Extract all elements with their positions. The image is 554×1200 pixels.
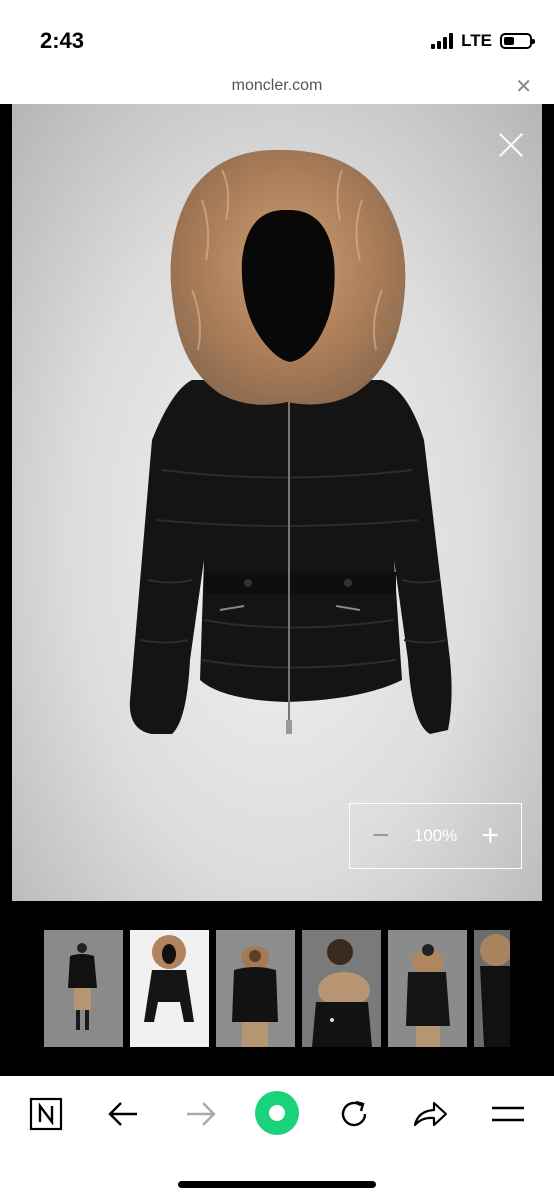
close-icon[interactable] [498, 132, 524, 158]
menu-icon[interactable] [488, 1094, 528, 1134]
notion-icon[interactable] [26, 1094, 66, 1134]
plus-icon[interactable]: + [481, 821, 499, 851]
minus-icon[interactable]: − [372, 821, 390, 851]
product-image[interactable]: − 100% + [12, 104, 542, 901]
thumbnail-product-front[interactable] [130, 930, 209, 1047]
url-domain[interactable]: moncler.com [0, 77, 554, 95]
thumbnail-model-front-close[interactable] [216, 930, 295, 1047]
thumbnail-strip [44, 930, 510, 1047]
reload-icon[interactable] [334, 1094, 374, 1134]
thumbnail-model-detail[interactable] [474, 930, 510, 1047]
thumbnail-model-side[interactable] [302, 930, 381, 1047]
network-label: LTE [461, 31, 492, 50]
back-arrow-icon[interactable] [103, 1094, 143, 1134]
thumbnail-model-back[interactable] [388, 930, 467, 1047]
zoom-level: 100% [413, 826, 458, 845]
thumbnail-model-full-front[interactable] [44, 930, 123, 1047]
close-icon[interactable]: ✕ [515, 74, 532, 99]
share-icon[interactable] [410, 1094, 450, 1134]
zoom-control: − 100% + [349, 803, 522, 869]
status-bar: 2:43 LTE [0, 0, 554, 72]
status-time: 2:43 [40, 28, 85, 53]
forward-arrow-icon[interactable] [181, 1094, 221, 1134]
jacket-image [129, 149, 452, 734]
battery-icon [500, 33, 535, 49]
signal-icon [431, 33, 454, 49]
home-indicator [178, 1181, 376, 1188]
status-indicators: LTE [431, 31, 535, 51]
record-icon[interactable] [254, 1090, 300, 1136]
url-bar: moncler.com ✕ [0, 72, 554, 104]
